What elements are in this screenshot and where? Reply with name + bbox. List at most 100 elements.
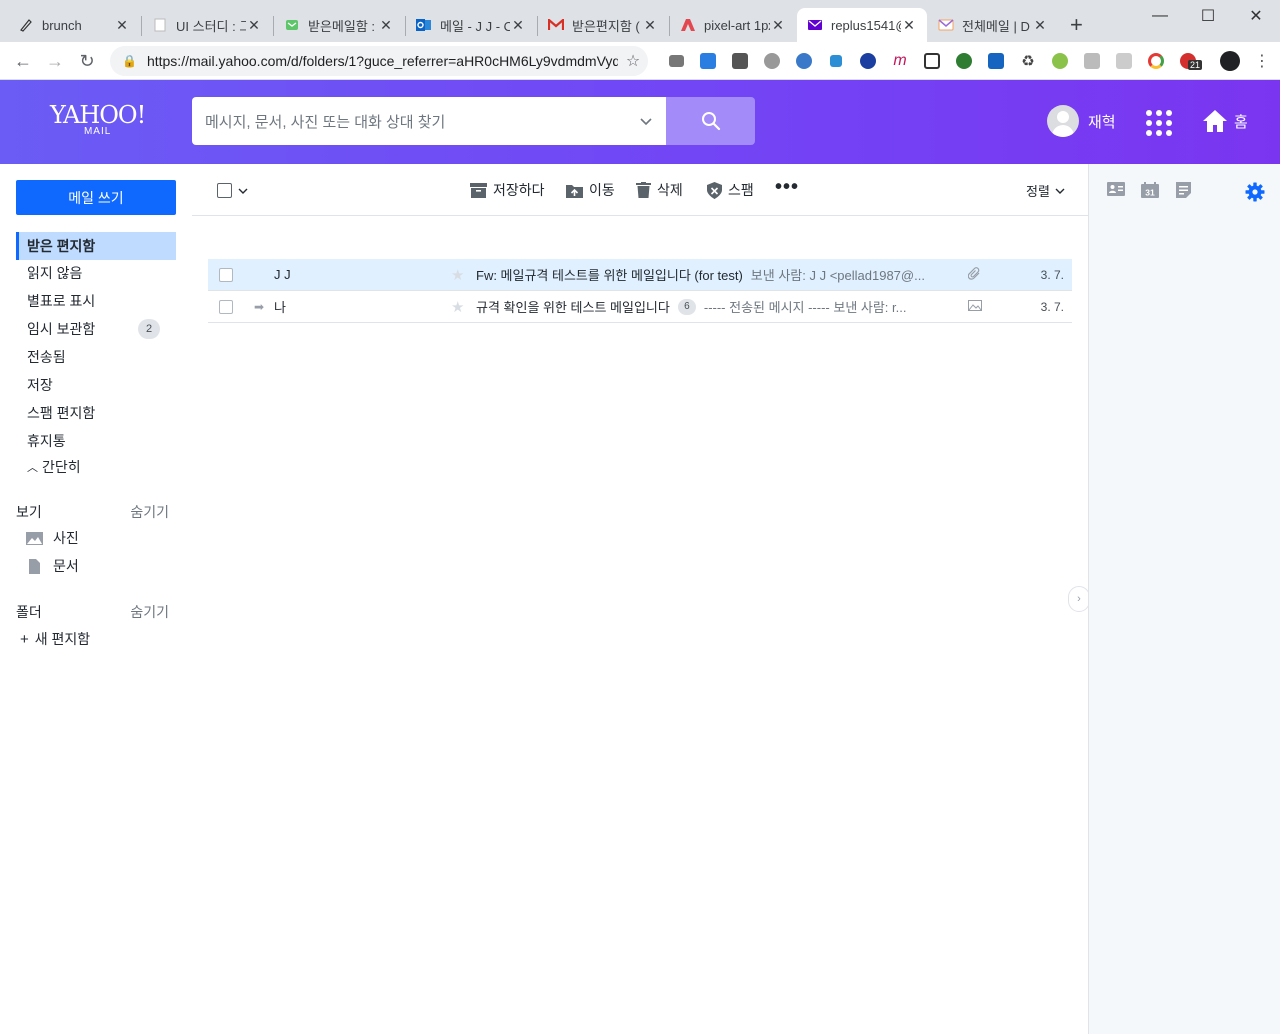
close-tab-icon[interactable]: ✕ bbox=[114, 17, 130, 34]
tab-naver-mail[interactable]: 받은메일함 : ✕ bbox=[274, 8, 404, 42]
new-tab-button[interactable]: + bbox=[1064, 8, 1096, 42]
ring-extension-icon[interactable] bbox=[1140, 51, 1172, 71]
home-label: 홈 bbox=[1234, 113, 1248, 131]
close-tab-icon[interactable]: ✕ bbox=[901, 17, 917, 34]
m-extension-icon[interactable]: m bbox=[884, 51, 916, 71]
k-extension-icon[interactable] bbox=[1108, 51, 1140, 71]
right-rail: 31 bbox=[1088, 164, 1280, 1034]
minimize-icon[interactable]: — bbox=[1136, 0, 1184, 32]
folders-title: 폴더 bbox=[16, 604, 42, 620]
archive-icon bbox=[470, 182, 487, 198]
views-section-header: 보기 숨기기 bbox=[16, 502, 169, 522]
close-tab-icon[interactable]: ✕ bbox=[378, 17, 394, 34]
reload-icon[interactable]: ↻ bbox=[72, 46, 102, 76]
tab-outlook[interactable]: 메일 - J J - O ✕ bbox=[406, 8, 536, 42]
capture-extension-icon[interactable] bbox=[916, 51, 948, 71]
folder-inbox[interactable]: 받은 편지함 bbox=[16, 232, 176, 260]
gear-extension-icon[interactable] bbox=[756, 51, 788, 71]
user-name: 재혁 bbox=[1088, 113, 1116, 131]
tab-yahoo-mail[interactable]: replus1541@ ✕ bbox=[797, 8, 927, 42]
back-icon[interactable]: ← bbox=[8, 46, 38, 76]
profile-avatar-icon[interactable] bbox=[1214, 51, 1246, 71]
search-button[interactable] bbox=[666, 97, 755, 145]
url-text: https://mail.yahoo.com/d/folders/1?guce_… bbox=[146, 53, 618, 69]
mail-header: YAHOO! MAIL 메시지, 문서, 사진 또는 대화 상대 찾기 재혁 홈 bbox=[0, 80, 1280, 164]
tab-brunch[interactable]: brunch ✕ bbox=[8, 8, 140, 42]
message-checkbox[interactable] bbox=[219, 268, 233, 282]
new-folder-link[interactable]: + 새 편지함 bbox=[20, 629, 90, 649]
folder-archive[interactable]: 저장 bbox=[16, 371, 176, 399]
close-tab-icon[interactable]: ✕ bbox=[510, 17, 526, 34]
cube-extension-icon[interactable] bbox=[820, 51, 852, 71]
contacts-icon[interactable] bbox=[1107, 182, 1125, 201]
trash-icon bbox=[636, 182, 651, 198]
views-hide-link[interactable]: 숨기기 bbox=[130, 502, 169, 522]
folder-spam[interactable]: 스팸 편지함 bbox=[16, 399, 176, 427]
message-subject-line: 규격 확인을 위한 테스트 메일입니다 6 ----- 전송된 메시지 ----… bbox=[476, 297, 950, 316]
search-input[interactable]: 메시지, 문서, 사진 또는 대화 상대 찾기 bbox=[192, 97, 666, 145]
camera-extension-icon[interactable] bbox=[660, 51, 692, 71]
message-row[interactable]: J J ★ Fw: 메일규격 테스트를 위한 메일입니다 (for test) … bbox=[208, 259, 1072, 291]
view-photos[interactable]: 사진 bbox=[26, 528, 79, 548]
forward-icon[interactable]: → bbox=[40, 46, 70, 76]
chevron-down-icon[interactable] bbox=[626, 113, 666, 130]
folders-hide-link[interactable]: 숨기기 bbox=[130, 602, 169, 622]
select-all-checkbox[interactable] bbox=[217, 183, 254, 198]
pen-extension-icon[interactable] bbox=[788, 51, 820, 71]
close-window-icon[interactable]: ✕ bbox=[1232, 0, 1280, 32]
spam-button[interactable]: 스팸 bbox=[707, 180, 754, 200]
recycle-extension-icon[interactable]: ♻ bbox=[1012, 51, 1044, 71]
settings-gear-icon[interactable] bbox=[1245, 182, 1265, 207]
folder-unread[interactable]: 읽지 않음 bbox=[16, 259, 176, 287]
more-actions-icon[interactable]: ••• bbox=[775, 176, 799, 199]
yahoo-mail-logo[interactable]: YAHOO! MAIL bbox=[50, 103, 146, 137]
message-row[interactable]: ➡ 나 ★ 규격 확인을 위한 테스트 메일입니다 6 ----- 전송된 메시… bbox=[208, 291, 1072, 323]
tab-gmail[interactable]: 받은편지함 ( ✕ bbox=[538, 8, 668, 42]
home-button[interactable]: 홈 bbox=[1202, 109, 1248, 133]
close-tab-icon[interactable]: ✕ bbox=[770, 17, 786, 34]
view-documents[interactable]: 문서 bbox=[26, 556, 79, 576]
archive-button[interactable]: 저장하다 bbox=[470, 180, 545, 200]
c-extension-icon[interactable] bbox=[724, 51, 756, 71]
sort-button[interactable]: 정렬 bbox=[1026, 181, 1071, 200]
expand-panel-button[interactable]: › bbox=[1068, 586, 1090, 612]
delete-button[interactable]: 삭제 bbox=[636, 180, 683, 200]
user-profile[interactable]: 재혁 bbox=[1047, 105, 1116, 137]
folder-drafts[interactable]: 임시 보관함 2 bbox=[16, 315, 176, 343]
collapse-folders-link[interactable]: ︿ 간단히 bbox=[16, 453, 176, 481]
folder-trash[interactable]: 휴지통 bbox=[16, 427, 176, 455]
address-bar[interactable]: 🔒 https://mail.yahoo.com/d/folders/1?guc… bbox=[110, 46, 648, 76]
broom-extension-icon[interactable] bbox=[1044, 51, 1076, 71]
search-placeholder: 메시지, 문서, 사진 또는 대화 상대 찾기 bbox=[205, 113, 446, 131]
tab-adobe[interactable]: pixel-art 1px ✕ bbox=[670, 8, 796, 42]
bars-extension-icon[interactable] bbox=[852, 51, 884, 71]
owl-extension-icon[interactable] bbox=[948, 51, 980, 71]
folder-starred[interactable]: 별표로 표시 bbox=[16, 287, 176, 315]
grid-extension-icon[interactable] bbox=[1076, 51, 1108, 71]
bookmark-extension-icon[interactable] bbox=[980, 51, 1012, 71]
close-tab-icon[interactable]: ✕ bbox=[642, 17, 658, 34]
compose-button[interactable]: 메일 쓰기 bbox=[16, 180, 176, 215]
folder-sent[interactable]: 전송됨 bbox=[16, 343, 176, 371]
message-checkbox[interactable] bbox=[219, 300, 233, 314]
move-button[interactable]: 이동 bbox=[566, 180, 615, 200]
apps-grid-icon[interactable] bbox=[1146, 110, 1172, 136]
close-tab-icon[interactable]: ✕ bbox=[246, 17, 262, 34]
calendar-icon[interactable]: 31 bbox=[1141, 182, 1159, 203]
star-icon[interactable]: ★ bbox=[451, 298, 464, 316]
views-title: 보기 bbox=[16, 504, 42, 520]
browser-menu-icon[interactable]: ⋮ bbox=[1246, 51, 1278, 71]
sync-extension-icon[interactable] bbox=[692, 51, 724, 71]
browser-toolbar: ← → ↻ 🔒 https://mail.yahoo.com/d/folders… bbox=[0, 42, 1280, 80]
message-subject: Fw: 메일규격 테스트를 위한 메일입니다 (for test) bbox=[476, 268, 743, 283]
maximize-icon[interactable]: ☐ bbox=[1184, 0, 1232, 32]
chevron-up-icon: ︿ bbox=[27, 462, 38, 474]
tab-daum-mail[interactable]: 전체메일 | D ✕ bbox=[928, 8, 1058, 42]
tab-ui-study[interactable]: UI 스터디 : 그 ✕ bbox=[142, 8, 272, 42]
notepad-icon[interactable] bbox=[1176, 182, 1191, 203]
adobe-icon bbox=[680, 17, 696, 33]
notification-extension-icon[interactable]: 21 bbox=[1172, 51, 1204, 71]
star-icon[interactable]: ★ bbox=[451, 266, 464, 284]
bookmark-star-icon[interactable]: ☆ bbox=[618, 51, 648, 71]
close-tab-icon[interactable]: ✕ bbox=[1032, 17, 1048, 34]
